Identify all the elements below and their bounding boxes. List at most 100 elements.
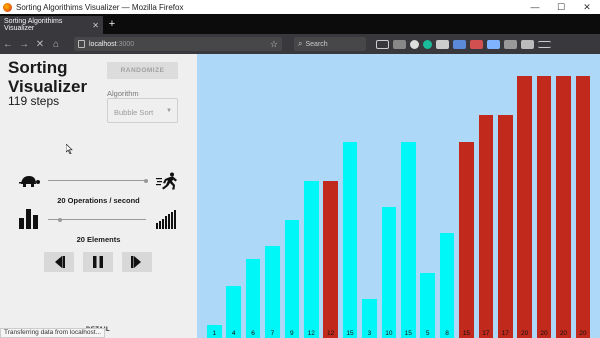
sort-bar: 6 <box>245 259 261 338</box>
speed-slider-track[interactable] <box>48 180 146 181</box>
window-titlebar: Sorting Algorithims Visualizer — Mozilla… <box>0 0 600 14</box>
bookmark-star-icon[interactable]: ☆ <box>270 39 278 50</box>
minimize-button[interactable]: — <box>522 2 548 12</box>
sort-bar-label: 15 <box>404 330 412 337</box>
sort-bar-label: 8 <box>445 329 449 337</box>
sort-bar: 12 <box>323 180 338 338</box>
extension-icon[interactable] <box>453 39 466 49</box>
sort-bar: 9 <box>284 220 300 338</box>
sorting-bar-chart: 1 4 6 7 9 12 12 15 3 10 15 5 8 15 17 17 20 20 20 20 <box>197 54 600 338</box>
sort-bar: 1 <box>207 324 222 338</box>
tab-sorting-visualizer[interactable]: Sorting Algorithims Visualizer ✕ <box>0 16 103 34</box>
grid-extension-icon[interactable] <box>436 39 449 49</box>
sort-bar: 17 <box>498 115 513 338</box>
extension-icon[interactable] <box>423 39 432 49</box>
home-button[interactable]: ⌂ <box>48 39 64 50</box>
sort-bar-label: 12 <box>307 329 315 337</box>
app-title: Sorting Visualizer <box>8 58 88 96</box>
new-tab-button[interactable]: + <box>103 16 121 34</box>
turtle-icon <box>18 174 40 188</box>
control-panel: Sorting Visualizer 119 steps RANDOMIZE A… <box>0 54 197 338</box>
url-host: localhost <box>89 40 117 48</box>
sort-bar: 20 <box>556 76 571 338</box>
sort-bar: 4 <box>226 285 241 338</box>
elements-label: 20 Elements <box>76 235 121 244</box>
sort-bar: 10 <box>381 207 397 338</box>
page-info-icon[interactable] <box>78 40 85 48</box>
extension-icon[interactable] <box>521 39 534 49</box>
chevron-down-icon: ▼ <box>166 108 172 114</box>
sort-bar-label: 6 <box>251 329 255 337</box>
elements-slider-thumb[interactable] <box>57 217 62 222</box>
sort-bar-label: 20 <box>559 330 568 337</box>
algorithm-select[interactable]: Bubble Sort ▼ <box>107 98 178 123</box>
sort-bar-label: 17 <box>482 329 490 337</box>
pause-icon <box>93 256 103 268</box>
sort-bar-label: 12 <box>327 329 335 337</box>
sort-bar: 15 <box>342 141 358 338</box>
pause-button[interactable] <box>83 252 113 272</box>
window-title: Sorting Algorithims Visualizer — Mozilla… <box>16 2 184 12</box>
library-icon[interactable] <box>393 39 406 49</box>
step-back-icon <box>55 256 65 268</box>
sort-bar-label: 5 <box>425 330 430 337</box>
sort-bar: 20 <box>536 76 552 338</box>
extension-icon[interactable] <box>470 39 483 49</box>
tab-title: Sorting Algorithims Visualizer <box>4 18 63 32</box>
running-person-icon <box>156 172 178 190</box>
firefox-icon <box>3 2 12 12</box>
url-port: :3000 <box>116 40 135 48</box>
sort-bar: 15 <box>459 141 474 338</box>
page-content: Sorting Visualizer 119 steps RANDOMIZE A… <box>0 54 600 338</box>
navigation-bar: ← → ✕ ⌂ localhost:3000 ☆ ⌕ Search <box>0 34 600 54</box>
speed-slider-thumb[interactable] <box>144 178 148 183</box>
forward-button[interactable]: → <box>16 39 32 50</box>
search-bar[interactable]: ⌕ Search <box>294 37 366 51</box>
sort-bar: 20 <box>575 76 591 338</box>
close-window-button[interactable]: ✕ <box>574 2 600 13</box>
many-bars-icon <box>156 210 176 229</box>
few-bars-icon <box>19 209 39 229</box>
sort-bar-label: 10 <box>385 330 393 337</box>
algorithm-label: Algorithm <box>107 89 139 98</box>
elements-slider-track[interactable] <box>48 219 146 220</box>
step-back-button[interactable] <box>44 252 74 272</box>
extension-icon[interactable] <box>487 39 500 49</box>
pocket-icon[interactable] <box>376 39 389 49</box>
maximize-button[interactable]: ☐ <box>548 2 574 13</box>
step-forward-icon <box>131 256 141 268</box>
sort-bar: 5 <box>420 272 435 338</box>
sort-bar: 17 <box>478 115 494 338</box>
sort-bar: 3 <box>362 298 377 338</box>
sort-bar-label: 20 <box>521 330 529 337</box>
sort-bar: 20 <box>517 76 532 338</box>
step-forward-button[interactable] <box>122 252 152 272</box>
sort-bar-label: 15 <box>462 330 471 337</box>
extension-icon[interactable] <box>410 39 419 49</box>
step-counter: 119 steps <box>8 94 60 108</box>
sort-bar: 7 <box>265 246 280 338</box>
back-button[interactable]: ← <box>0 39 16 50</box>
tab-close-icon[interactable]: ✕ <box>92 21 99 30</box>
sort-bar-label: 15 <box>346 330 354 337</box>
tab-strip: Sorting Algorithims Visualizer ✕ + <box>0 14 600 34</box>
algorithm-value: Bubble Sort <box>114 108 154 117</box>
extension-icon[interactable] <box>504 39 517 49</box>
sort-bar-label: 1 <box>212 329 217 337</box>
search-icon: ⌕ <box>298 39 303 48</box>
menu-icon[interactable] <box>538 40 551 48</box>
browser-status-bar: Transferring data from localhost... <box>0 328 105 338</box>
search-placeholder: Search <box>305 40 328 48</box>
sort-bar-label: 9 <box>290 329 294 337</box>
sort-bar-label: 20 <box>540 330 548 337</box>
stop-button[interactable]: ✕ <box>32 39 48 50</box>
sort-bar-label: 17 <box>501 329 509 337</box>
sort-bar-label: 4 <box>231 329 236 337</box>
mouse-cursor-icon <box>65 143 74 156</box>
url-bar[interactable]: localhost:3000 ☆ <box>74 37 282 51</box>
sort-bar: 15 <box>401 141 416 338</box>
sort-bar-label: 3 <box>367 329 372 337</box>
randomize-button[interactable]: RANDOMIZE <box>107 62 178 79</box>
sort-bar-label: 20 <box>579 330 587 337</box>
sort-bar: 12 <box>304 180 319 338</box>
